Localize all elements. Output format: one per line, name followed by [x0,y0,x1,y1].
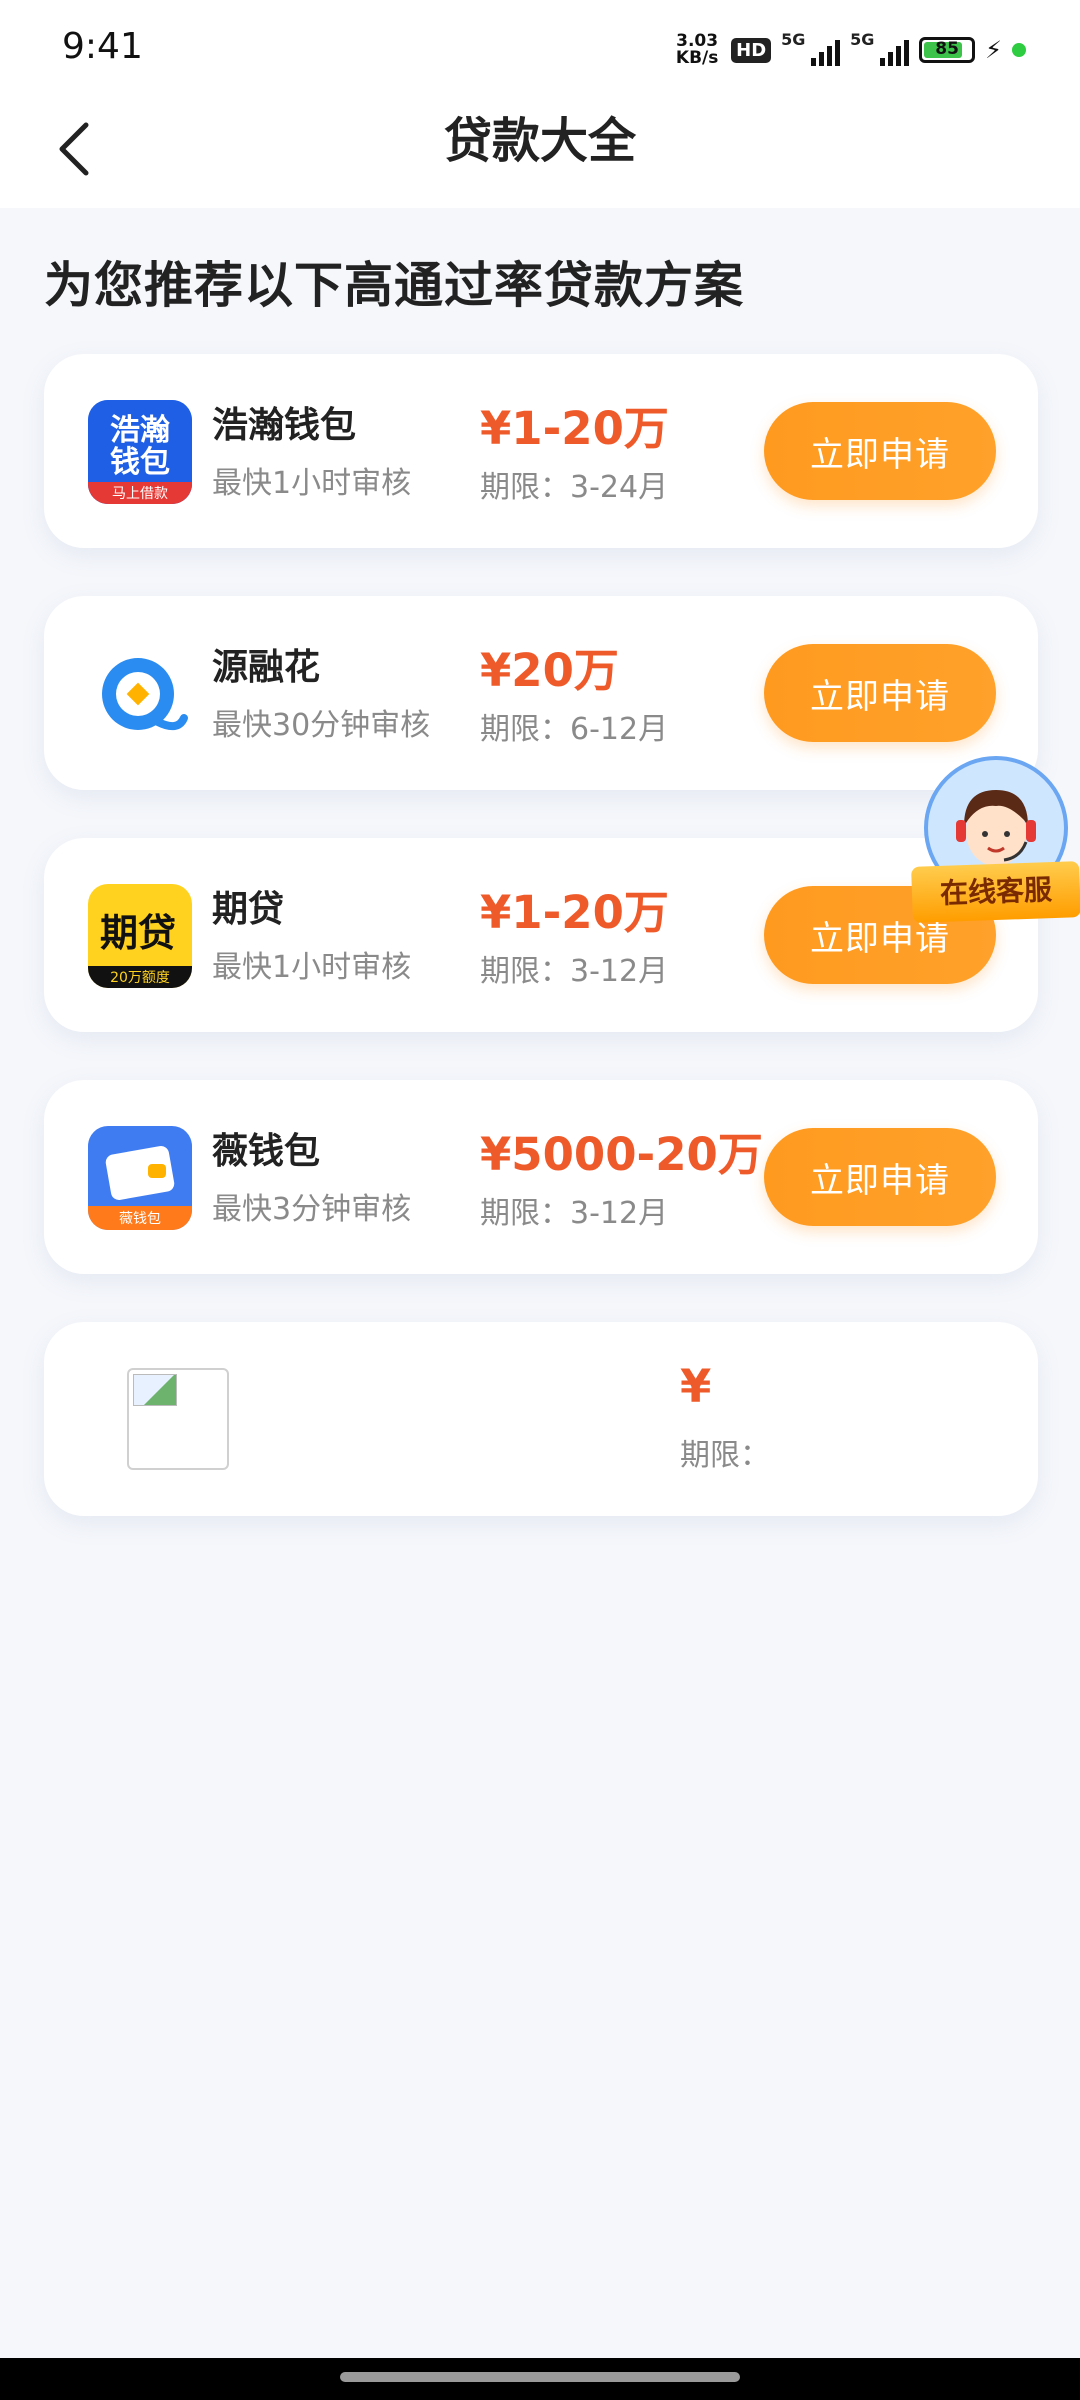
nav-bar: 贷款大全 [0,96,1080,208]
yuanronghua-logo [88,642,192,746]
battery-level: 85 [935,39,959,59]
loan-review-time: 最快1小时审核 [212,466,412,501]
svg-text:浩瀚: 浩瀚 [110,413,170,448]
loan-amount: ¥ [680,1360,712,1413]
loan-card-haohan[interactable]: 浩瀚 钱包 马上借款 浩瀚钱包 最快1小时审核 ¥1-20万 期限：3-24月 … [44,354,1038,548]
apply-button[interactable]: 立即申请 [764,402,996,500]
loan-amount: ¥5000-20万 [480,1128,763,1181]
svg-text:期贷: 期贷 [100,911,176,955]
loan-amount: ¥1-20万 [480,886,669,939]
loan-name: 浩瀚钱包 [212,405,357,446]
weiqianbao-logo: 薇钱包 [88,1126,192,1230]
battery-icon: 85 [919,37,976,63]
apply-button[interactable]: 立即申请 [764,644,996,742]
signal-icon: 5G [781,30,841,66]
loan-amount: ¥1-20万 [480,402,669,455]
svg-text:马上借款: 马上借款 [112,486,168,502]
signal-2-type: 5G [850,30,875,49]
signal-icon: 5G [850,30,910,66]
broken-image-icon [127,1368,229,1470]
customer-service-button[interactable]: 在线客服 [911,756,1080,936]
hd-icon: HD [731,37,772,63]
loan-term: 期限：6-12月 [480,712,669,747]
indicator-dot-icon [1012,43,1026,57]
back-button[interactable] [44,114,104,184]
haohan-logo: 浩瀚 钱包 马上借款 [88,400,192,504]
signal-1-type: 5G [781,30,806,49]
loan-card-empty[interactable]: ¥ 期限： [44,1322,1038,1516]
net-speed: 3.03 KB/s [675,31,719,68]
customer-service-label: 在线客服 [911,861,1080,923]
svg-text:薇钱包: 薇钱包 [119,1211,161,1227]
chevron-left-icon [59,122,89,176]
apply-button[interactable]: 立即申请 [764,1128,996,1226]
system-nav-area [0,2358,1080,2400]
loan-name: 薇钱包 [212,1131,321,1172]
loan-card-qidai[interactable]: 期贷 20万额度 期贷 最快1小时审核 ¥1-20万 期限：3-12月 立即申请 [44,838,1038,1032]
loan-name: 期贷 [212,889,285,930]
charging-icon: ⚡ [985,36,1002,64]
svg-text:钱包: 钱包 [110,445,170,480]
loan-card-yuanronghua[interactable]: 源融花 最快30分钟审核 ¥20万 期限：6-12月 立即申请 [44,596,1038,790]
loan-term: 期限：3-24月 [480,470,669,505]
recommend-heading: 为您推荐以下高通过率贷款方案 [44,257,745,314]
loan-name: 源融花 [212,647,321,688]
loan-term: 期限： [680,1438,770,1473]
svg-text:20万额度: 20万额度 [110,970,170,986]
status-bar: 9:41 3.03 KB/s HD 5G 5G 85 ⚡ [0,0,1080,96]
loan-term: 期限：3-12月 [480,954,669,989]
status-time: 9:41 [62,26,143,67]
loan-card-weiqianbao[interactable]: 薇钱包 薇钱包 最快3分钟审核 ¥5000-20万 期限：3-12月 立即申请 [44,1080,1038,1274]
home-indicator[interactable] [340,2372,740,2382]
loan-amount: ¥20万 [480,644,619,697]
page-title: 贷款大全 [443,113,636,169]
loan-review-time: 最快3分钟审核 [212,1192,412,1227]
loan-term: 期限：3-12月 [480,1196,669,1231]
loan-review-time: 最快30分钟审核 [212,708,431,743]
loan-review-time: 最快1小时审核 [212,950,412,985]
qidai-logo: 期贷 20万额度 [88,884,192,988]
status-icons: 3.03 KB/s HD 5G 5G 85 ⚡ [673,30,1026,70]
